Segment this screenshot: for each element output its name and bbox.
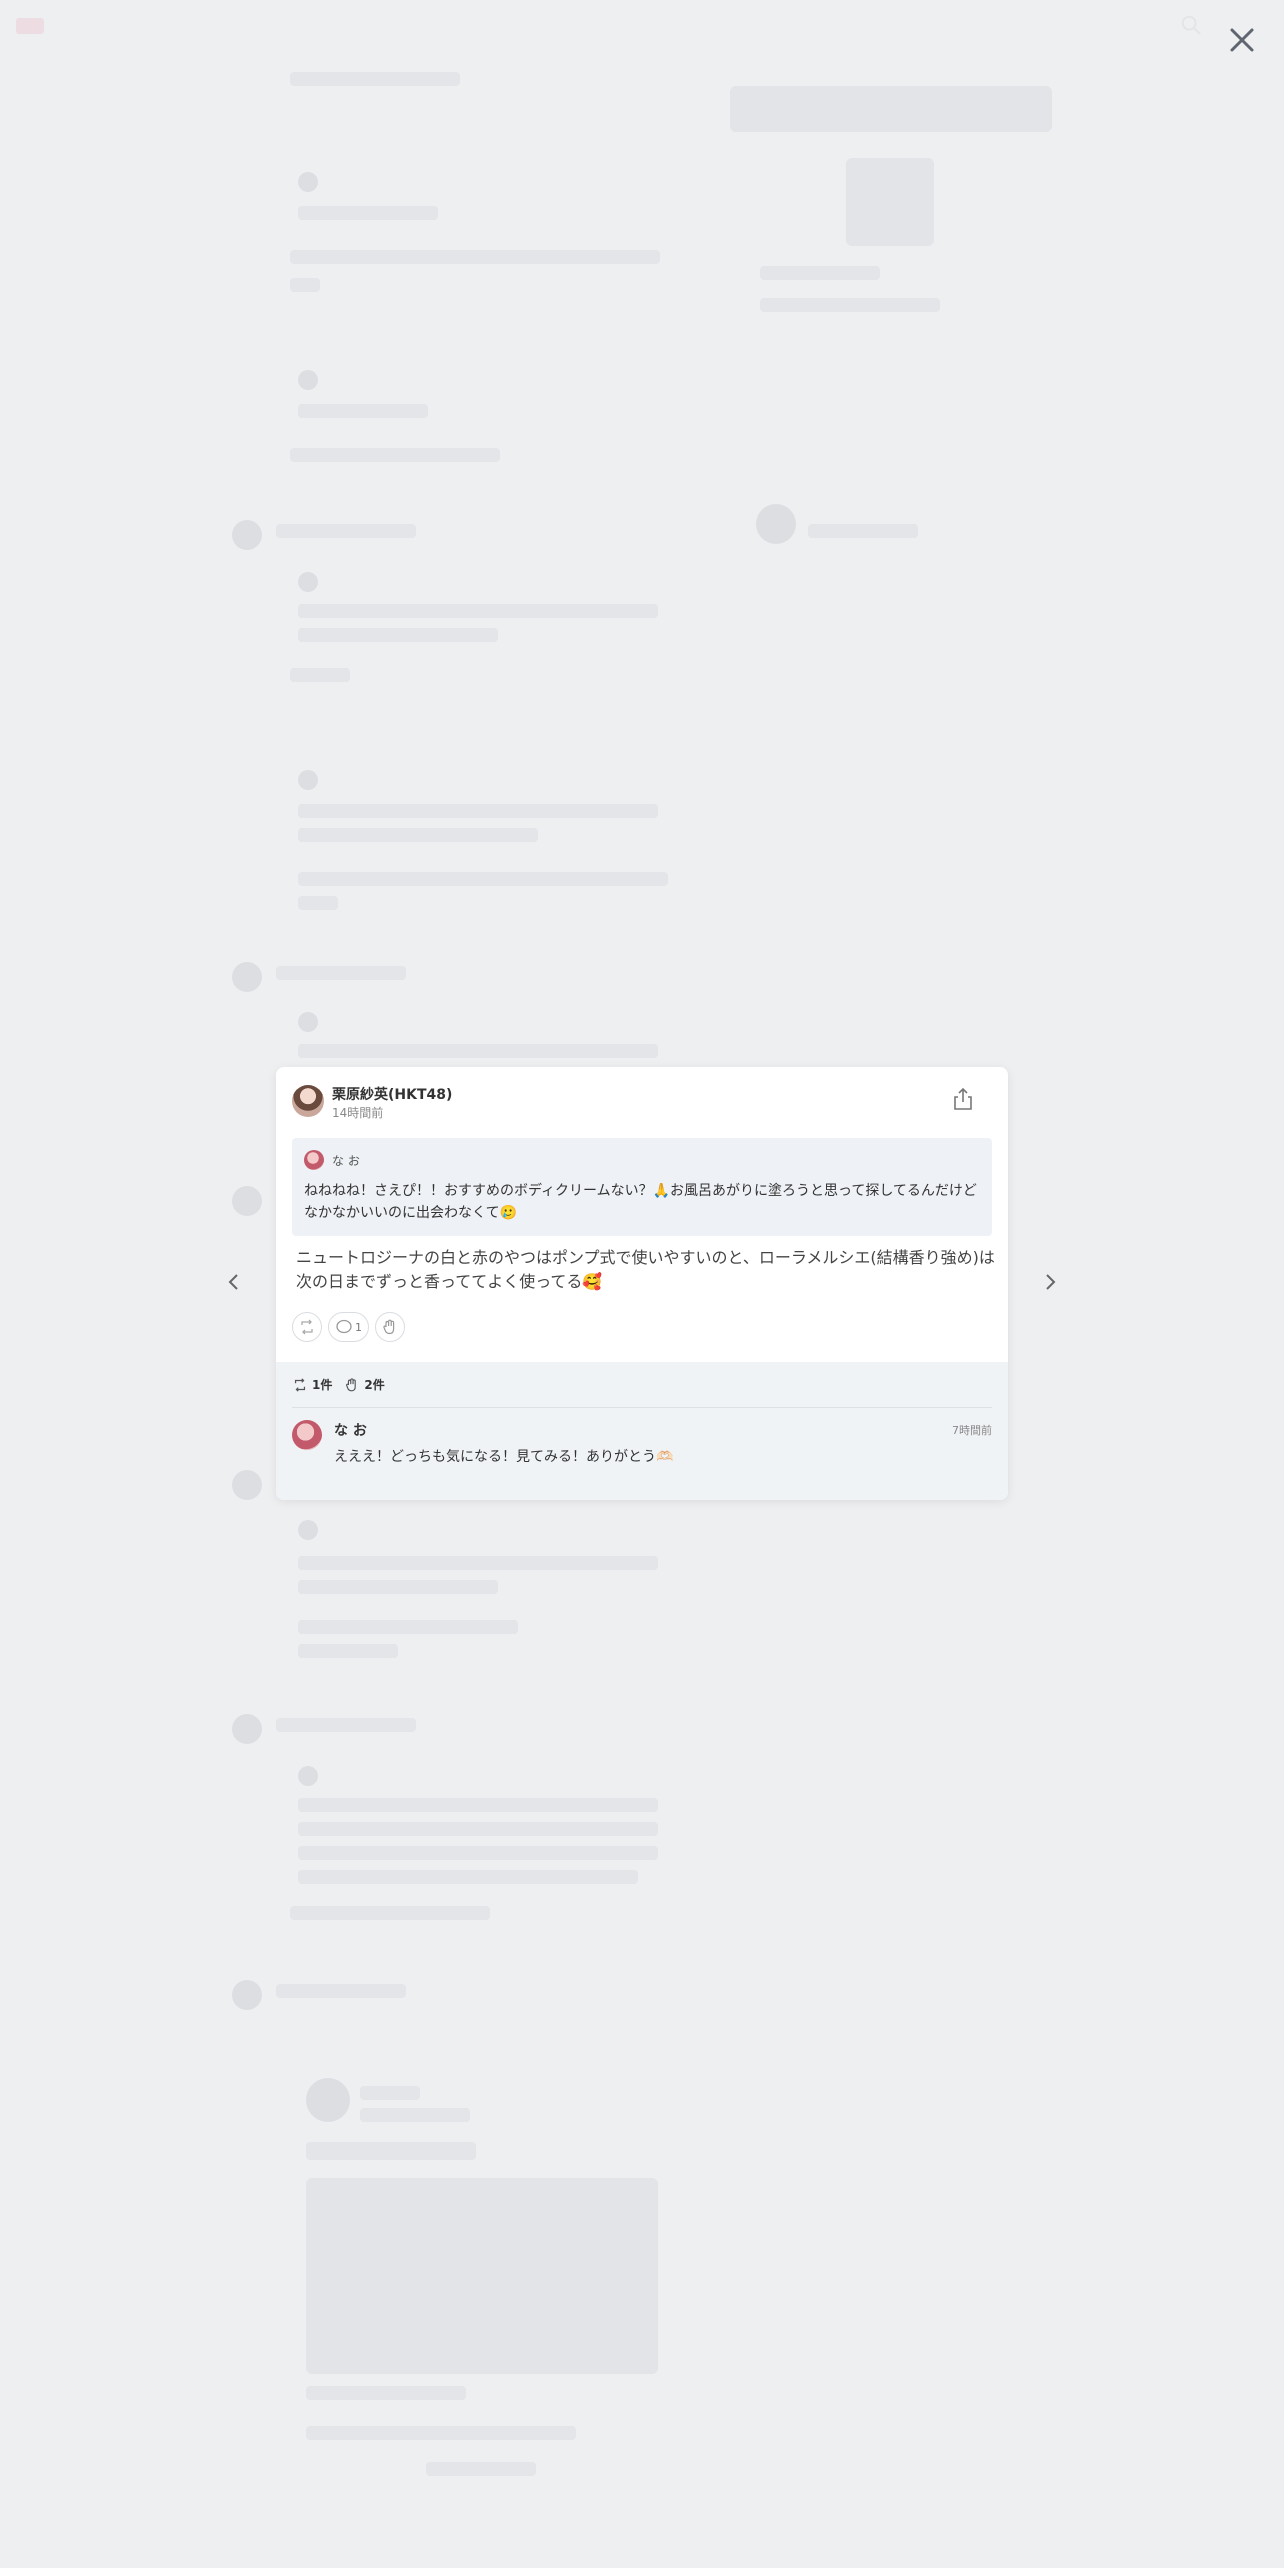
ghost-text (298, 828, 538, 842)
author-avatar[interactable] (292, 1085, 324, 1117)
ghost-text (360, 2108, 470, 2122)
ghost-avatar (232, 1186, 262, 1216)
ghost-text (426, 2462, 536, 2476)
post-actions: 1 (292, 1312, 405, 1342)
ghost-text (360, 2086, 420, 2100)
ghost-avatar (298, 370, 318, 390)
comment-text: えええ！どっちも気になる！見てみる！ありがとう🫶🏻 (334, 1449, 674, 1465)
reaction-stat[interactable]: 2件 (344, 1376, 385, 1393)
commenter-name[interactable]: な お (334, 1420, 367, 1440)
ghost-text (290, 72, 460, 86)
ghost-avatar (232, 1980, 262, 2010)
ghost-avatar (298, 770, 318, 790)
ghost-text (298, 604, 658, 618)
ghost-text (298, 1798, 658, 1812)
ghost-text (298, 1556, 658, 1570)
ghost-text (298, 1644, 398, 1658)
ghost-avatar (232, 1470, 262, 1500)
ghost-avatar (298, 1766, 318, 1786)
ghost-text (298, 1846, 658, 1860)
ghost-text (276, 1984, 406, 1998)
site-logo (16, 18, 44, 34)
ghost-text (306, 2386, 466, 2400)
ghost-text (290, 1906, 490, 1920)
ghost-text (298, 896, 338, 910)
share-button[interactable] (949, 1085, 977, 1113)
ghost-text (290, 278, 320, 292)
quoted-author-avatar (304, 1150, 324, 1170)
ghost-text (298, 1620, 518, 1634)
ghost-text (290, 250, 660, 264)
repost-icon (294, 1377, 306, 1392)
quoted-text: ねねねね！さえぴ！！おすすめのボディクリームない？🙏お風呂あがりに塗ろうと思って… (304, 1183, 977, 1221)
ghost-text (298, 1580, 498, 1594)
ghost-text (298, 1870, 638, 1884)
post-stats: 1件 2件 (292, 1376, 385, 1393)
ghost-photo (306, 2178, 658, 2374)
search-icon (1181, 15, 1201, 35)
repost-count: 1件 (312, 1378, 333, 1392)
share-icon (954, 1087, 972, 1110)
quoted-message: な お ねねねね！さえぴ！！おすすめのボディクリームない？🙏お風呂あがりに塗ろう… (292, 1138, 992, 1236)
repost-icon (301, 1319, 313, 1335)
author-name[interactable]: 栗原紗英(HKT48) (332, 1084, 452, 1104)
ghost-avatar (232, 520, 262, 550)
reaction-button[interactable] (375, 1312, 405, 1342)
chevron-left-icon (228, 1274, 238, 1290)
ghost-text (298, 206, 438, 220)
repost-stat[interactable]: 1件 (292, 1376, 332, 1393)
close-icon (1230, 28, 1254, 52)
ghost-text (298, 804, 658, 818)
chevron-right-icon (1046, 1274, 1056, 1290)
next-post-button[interactable] (1036, 1268, 1064, 1296)
ghost-profile-image (846, 158, 934, 246)
ghost-text (306, 2142, 476, 2160)
ghost-avatar (298, 1520, 318, 1540)
ghost-avatar (306, 2078, 350, 2122)
divider (292, 1407, 992, 1408)
close-button[interactable] (1226, 24, 1258, 56)
ghost-search-box (730, 86, 1052, 132)
ghost-avatar (232, 962, 262, 992)
repost-button[interactable] (292, 1312, 322, 1342)
post-footer: 1件 2件 な お 7時間前 えええ！どっちも気になる！見てみる！ありがとう🫶🏻 (276, 1362, 1008, 1500)
post-body: ニュートロジーナの白と赤のやつはポンプ式で使いやすいのと、ローラメルシエ(結構香… (296, 1248, 995, 1291)
ghost-text (306, 2426, 576, 2440)
ghost-text (290, 448, 500, 462)
ghost-text (276, 966, 406, 980)
comment-timestamp: 7時間前 (952, 1424, 992, 1437)
comment-count: 1 (355, 1320, 362, 1334)
ghost-text (276, 524, 416, 538)
reaction-count: 2件 (364, 1378, 385, 1392)
comment-icon (336, 1319, 352, 1334)
clap-icon (346, 1377, 357, 1391)
ghost-text (298, 628, 498, 642)
ghost-text (298, 404, 428, 418)
ghost-avatar (298, 1012, 318, 1032)
ghost-text (760, 266, 880, 280)
prev-post-button[interactable] (220, 1268, 248, 1296)
ghost-avatar (298, 572, 318, 592)
comment-button[interactable]: 1 (328, 1312, 369, 1342)
ghost-text (298, 1822, 658, 1836)
ghost-text (276, 1718, 416, 1732)
ghost-text (298, 1044, 658, 1058)
commenter-avatar[interactable] (292, 1420, 322, 1450)
post-timestamp: 14時間前 (332, 1106, 384, 1120)
ghost-text (808, 524, 918, 538)
ghost-text (290, 668, 350, 682)
post-detail-modal: 栗原紗英(HKT48) 14時間前 な お ねねねね！さえぴ！！おすすめのボディ… (276, 1067, 1008, 1500)
ghost-avatar (756, 504, 796, 544)
ghost-text (760, 298, 940, 312)
clap-icon (383, 1319, 395, 1335)
ghost-text (298, 872, 668, 886)
ghost-avatar (232, 1714, 262, 1744)
quoted-author-name: な お (332, 1154, 360, 1168)
ghost-avatar (298, 172, 318, 192)
